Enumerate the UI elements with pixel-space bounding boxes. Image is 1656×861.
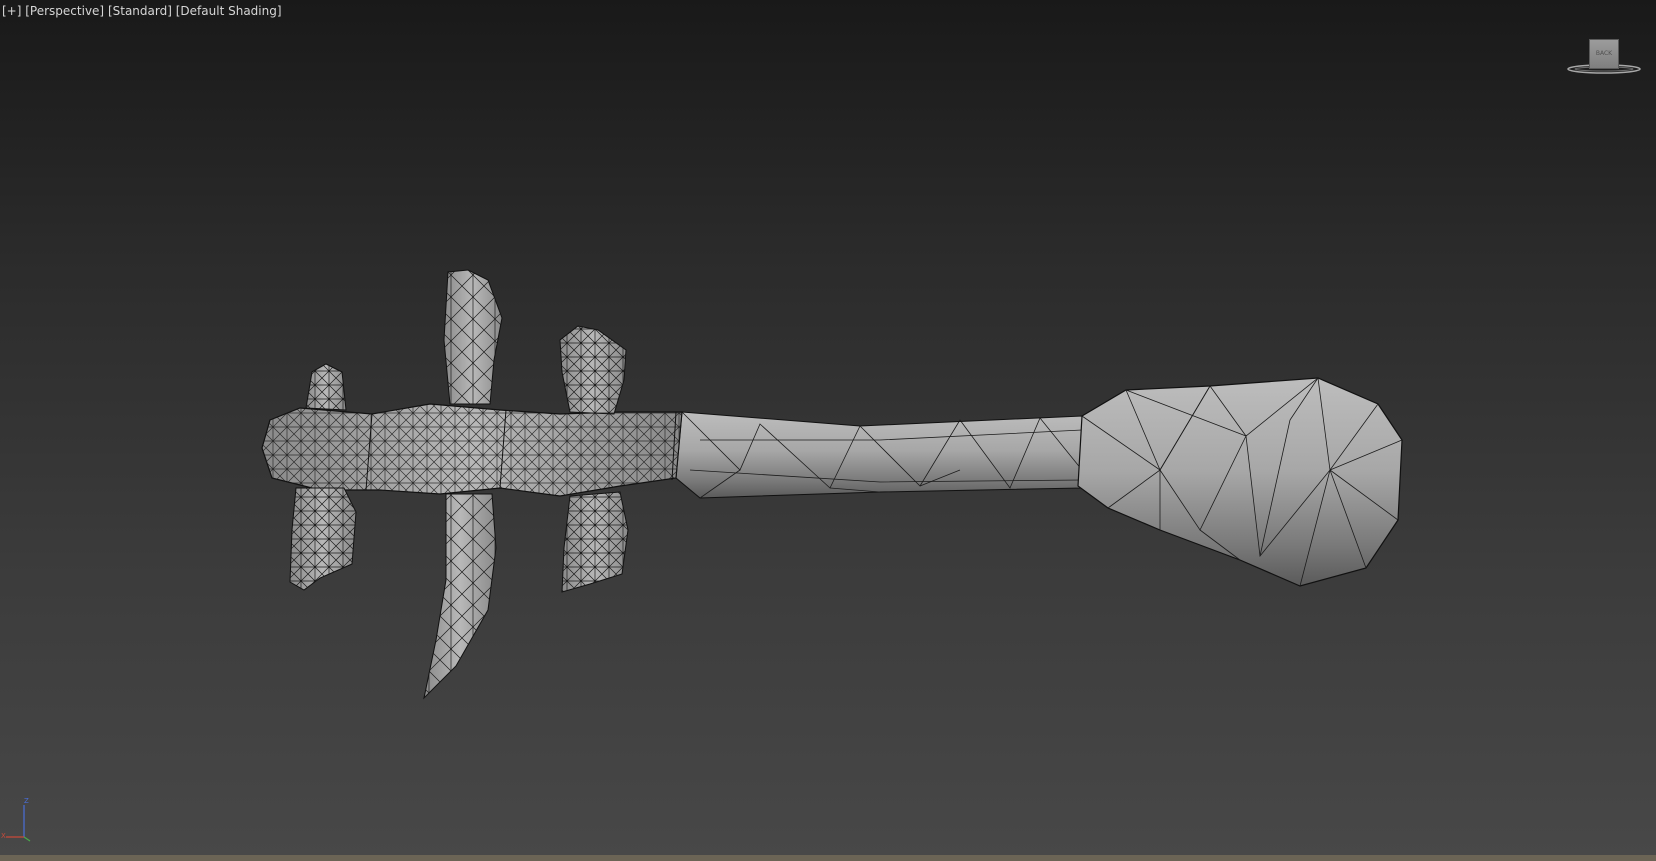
status-strip [0, 855, 1656, 861]
bone-knob [1077, 377, 1403, 587]
perspective-viewport[interactable]: [+] [Perspective] [Standard] [Default Sh… [0, 0, 1656, 861]
axis-tripod: Z X [0, 797, 40, 847]
bone-mesh-model[interactable] [0, 0, 1656, 861]
x-axis-label: X [1, 832, 6, 840]
z-axis-label: Z [24, 797, 29, 805]
bone-vertebrae [261, 403, 683, 497]
bone-shaft [675, 411, 1083, 499]
y-axis-line [23, 836, 31, 842]
